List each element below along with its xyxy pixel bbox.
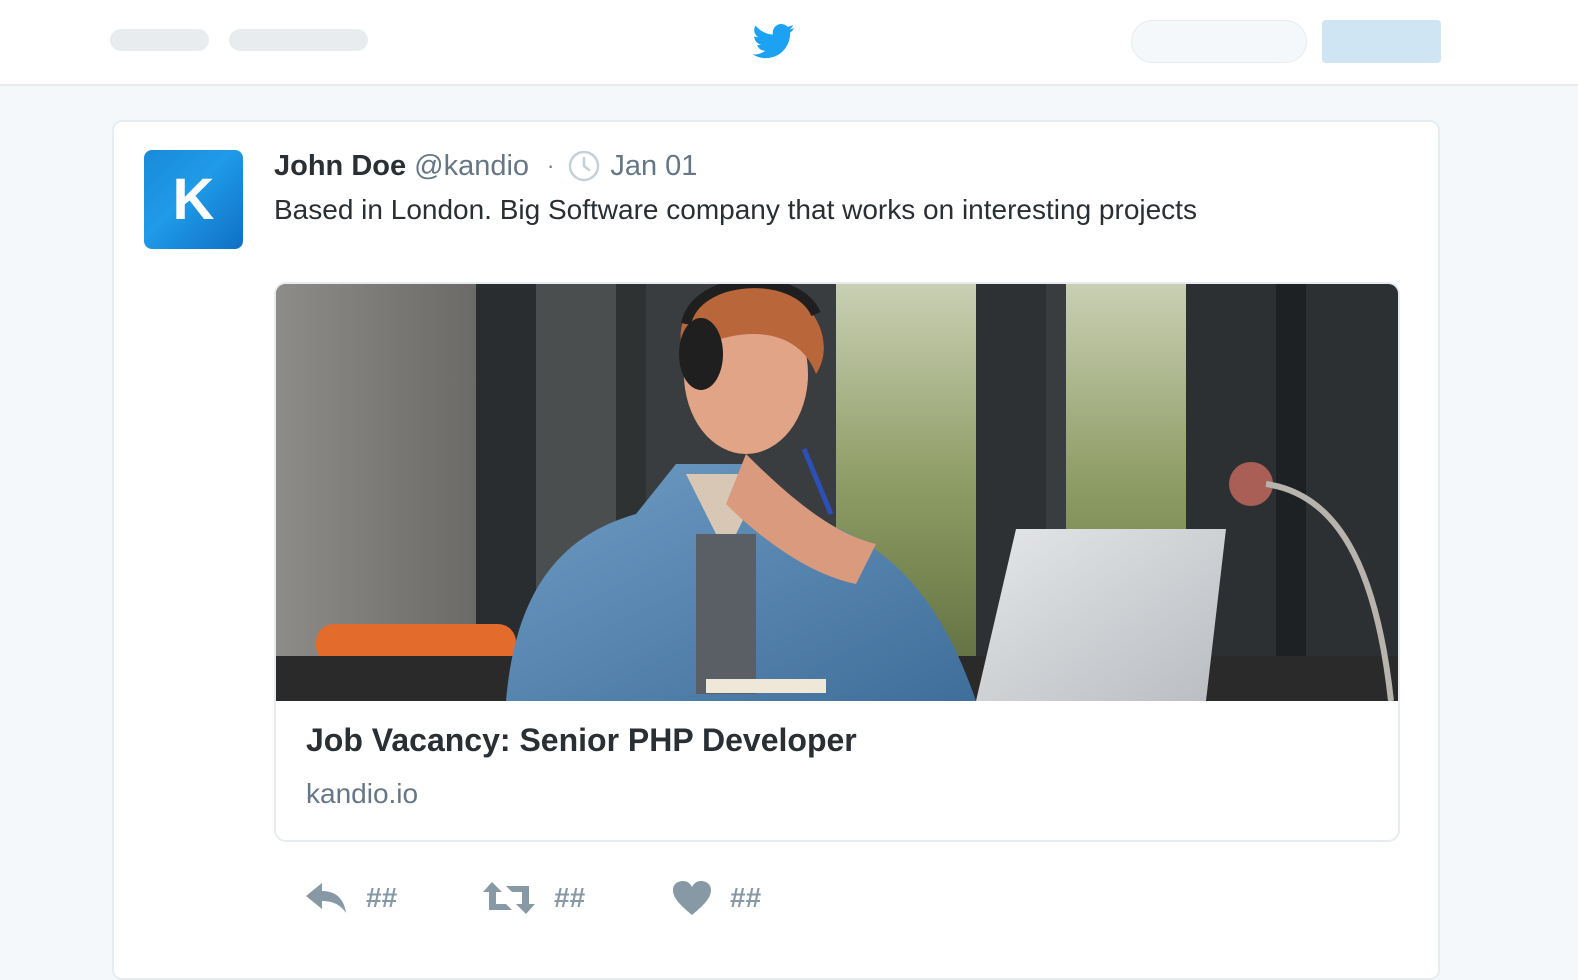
clock-icon <box>569 150 600 182</box>
tweet-card: K John Doe @kandio · Jan 01 Based in Lon… <box>112 120 1440 980</box>
user-handle[interactable]: @kandio <box>414 150 529 183</box>
display-name[interactable]: John Doe <box>274 150 406 183</box>
separator-dot: · <box>547 153 555 178</box>
reply-button[interactable]: ## <box>304 878 397 918</box>
reply-count: ## <box>366 882 398 913</box>
like-button[interactable]: ## <box>672 878 761 918</box>
link-preview-card[interactable]: Job Vacancy: Senior PHP Developer kandio… <box>274 282 1400 842</box>
retweet-button[interactable]: ## <box>482 878 585 918</box>
like-count: ## <box>730 882 762 913</box>
tweet-actions: ## ## ## <box>304 878 904 918</box>
retweet-icon <box>483 882 535 914</box>
avatar[interactable]: K <box>144 150 243 249</box>
search-input[interactable] <box>1131 20 1307 63</box>
link-card-domain[interactable]: kandio.io <box>306 778 418 810</box>
tweet-button[interactable] <box>1322 20 1441 63</box>
link-card-title[interactable]: Job Vacancy: Senior PHP Developer <box>306 722 857 759</box>
avatar-letter: K <box>172 167 215 232</box>
tweet-date[interactable]: Jan 01 <box>610 150 697 183</box>
twitter-bird-icon[interactable] <box>750 20 798 62</box>
reply-icon <box>306 883 346 913</box>
link-preview-image <box>276 284 1398 701</box>
heart-icon <box>673 881 711 915</box>
nav-placeholder-explore[interactable] <box>229 29 368 51</box>
tweet-header: John Doe @kandio · Jan 01 <box>274 146 697 186</box>
top-navigation-bar <box>0 0 1578 86</box>
nav-placeholder-home[interactable] <box>110 29 209 51</box>
tweet-text: Based in London. Big Software company th… <box>274 194 1197 225</box>
retweet-count: ## <box>554 882 586 913</box>
